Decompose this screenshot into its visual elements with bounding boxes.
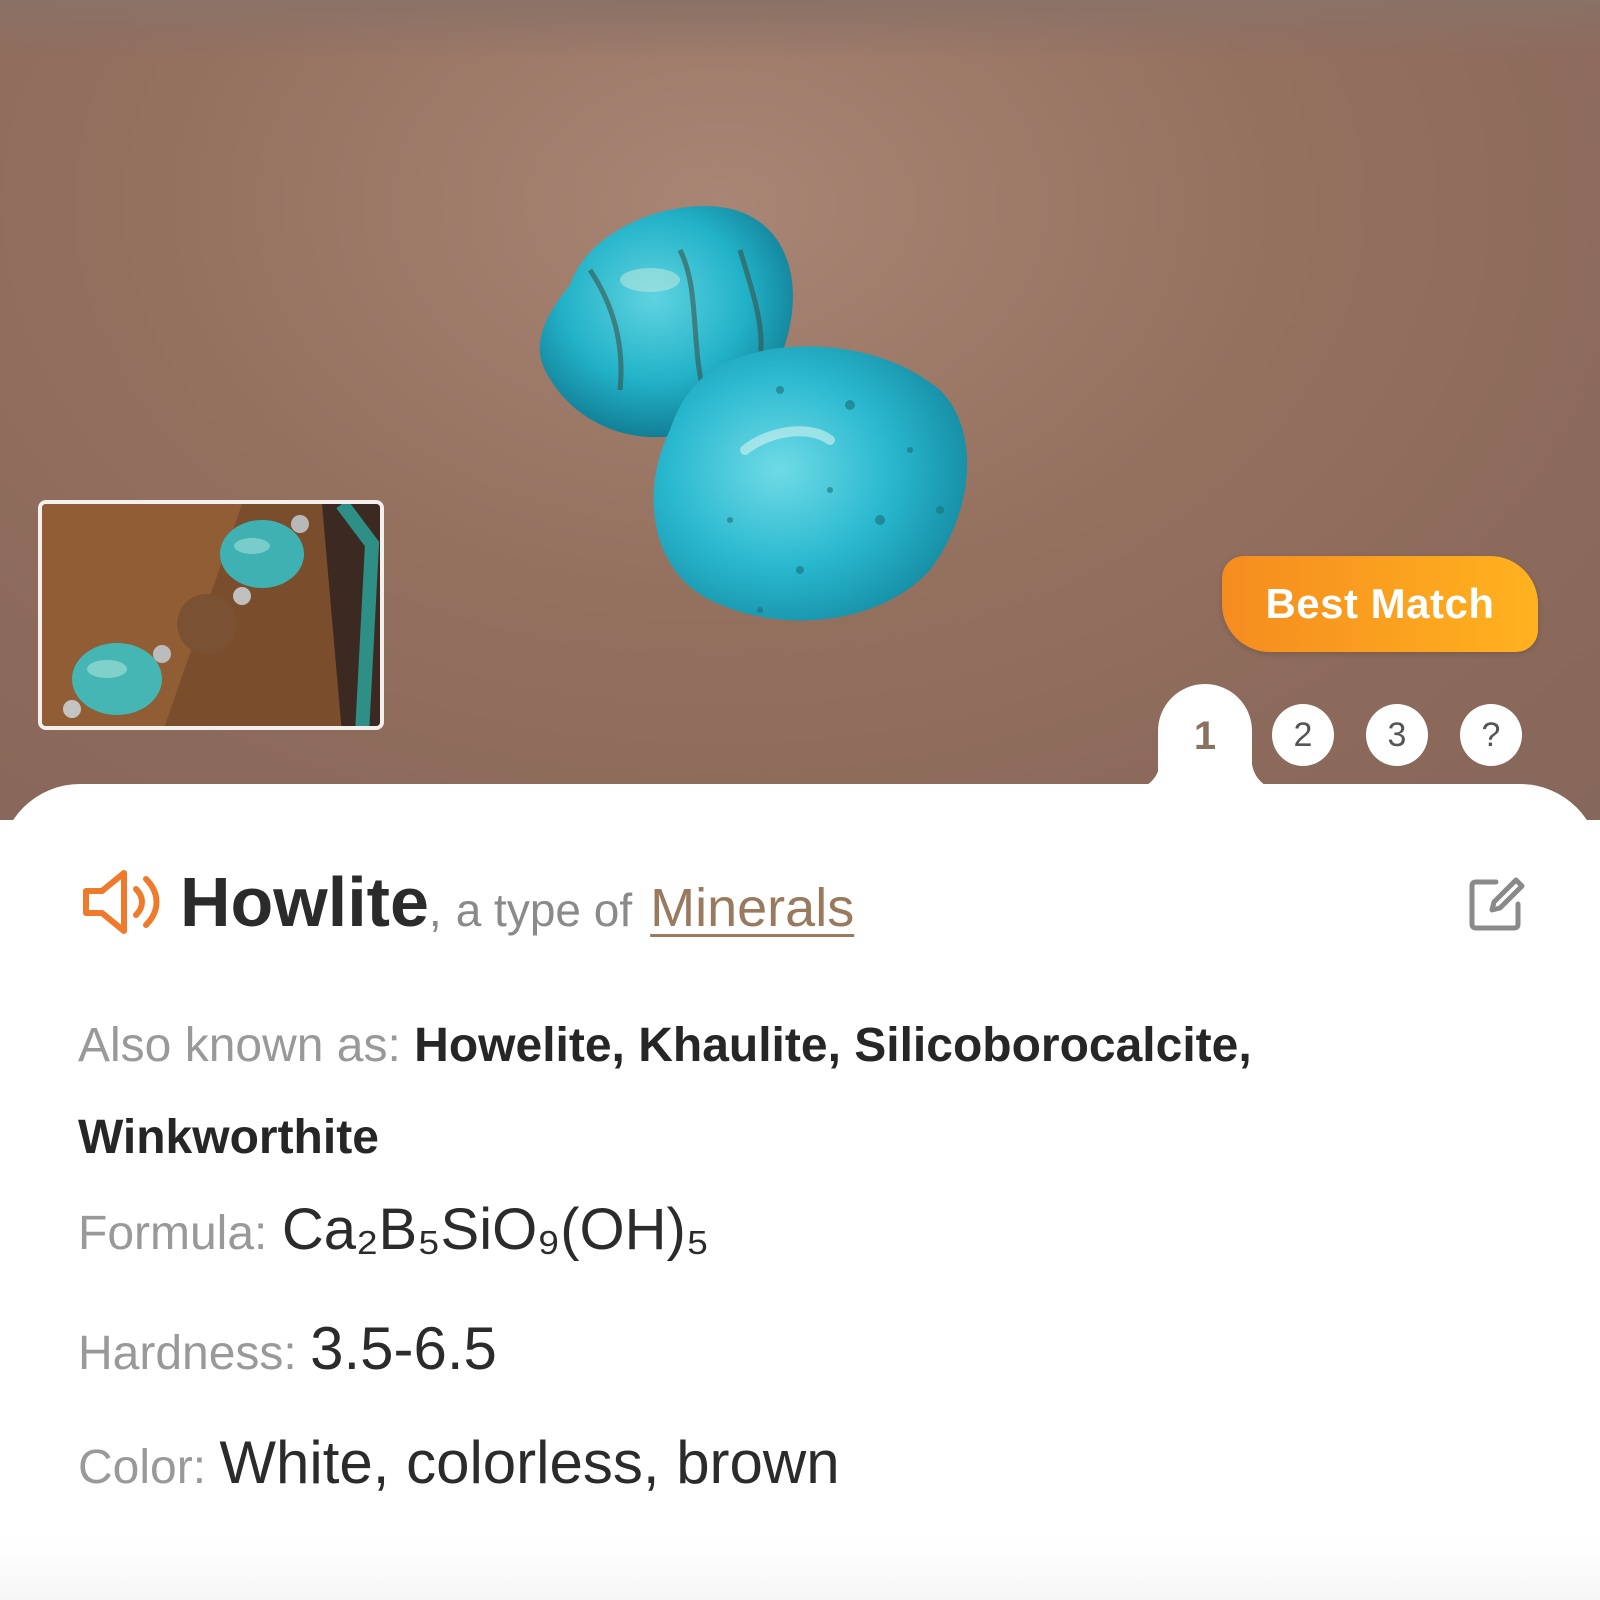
- tab-result-1[interactable]: 1: [1158, 684, 1252, 804]
- tab-result-2[interactable]: 2: [1272, 704, 1334, 766]
- result-title-row: Howlite, a type of Minerals: [80, 862, 854, 942]
- tab-result-3[interactable]: 3: [1366, 704, 1428, 766]
- formula-row: Formula: Ca₂B₅SiO₉(OH)₅: [78, 1196, 709, 1263]
- photo-top-shade: [0, 0, 1600, 60]
- hardness-row: Hardness: 3.5-6.5: [78, 1314, 497, 1383]
- tab-label: 2: [1293, 715, 1313, 754]
- formula-label: Formula:: [78, 1207, 268, 1260]
- tab-label: 3: [1387, 715, 1407, 754]
- title-comma: ,: [428, 884, 442, 936]
- speaker-icon[interactable]: [80, 867, 166, 937]
- turquoise-stones-image: [539, 206, 968, 621]
- tab-label: 1: [1193, 714, 1217, 758]
- tab-corner-left: [1130, 760, 1160, 790]
- color-value: White, colorless, brown: [219, 1429, 840, 1496]
- hardness-label: Hardness:: [78, 1327, 297, 1380]
- bottom-fade: [0, 1540, 1600, 1600]
- tab-result-unknown[interactable]: ?: [1460, 704, 1522, 766]
- hardness-value: 3.5-6.5: [310, 1315, 497, 1382]
- edit-icon[interactable]: [1466, 874, 1526, 934]
- category-link[interactable]: Minerals: [650, 877, 854, 939]
- formula-value: Ca₂B₅SiO₉(OH)₅: [281, 1197, 710, 1262]
- tab-label: ?: [1481, 715, 1501, 754]
- aka-label: Also known as:: [78, 1019, 401, 1072]
- also-known-as: Also known as: Howelite, Khaulite, Silic…: [78, 1000, 1518, 1184]
- color-label: Color:: [78, 1441, 207, 1494]
- best-match-label: Best Match: [1265, 580, 1495, 627]
- type-prefix: a type of: [455, 884, 633, 936]
- mineral-name: Howlite: [180, 863, 429, 941]
- color-row: Color: White, colorless, brown: [78, 1428, 840, 1497]
- tab-corner-right: [1252, 760, 1282, 790]
- uploaded-photo-thumbnail[interactable]: [38, 500, 384, 730]
- best-match-badge: Best Match: [1222, 556, 1538, 652]
